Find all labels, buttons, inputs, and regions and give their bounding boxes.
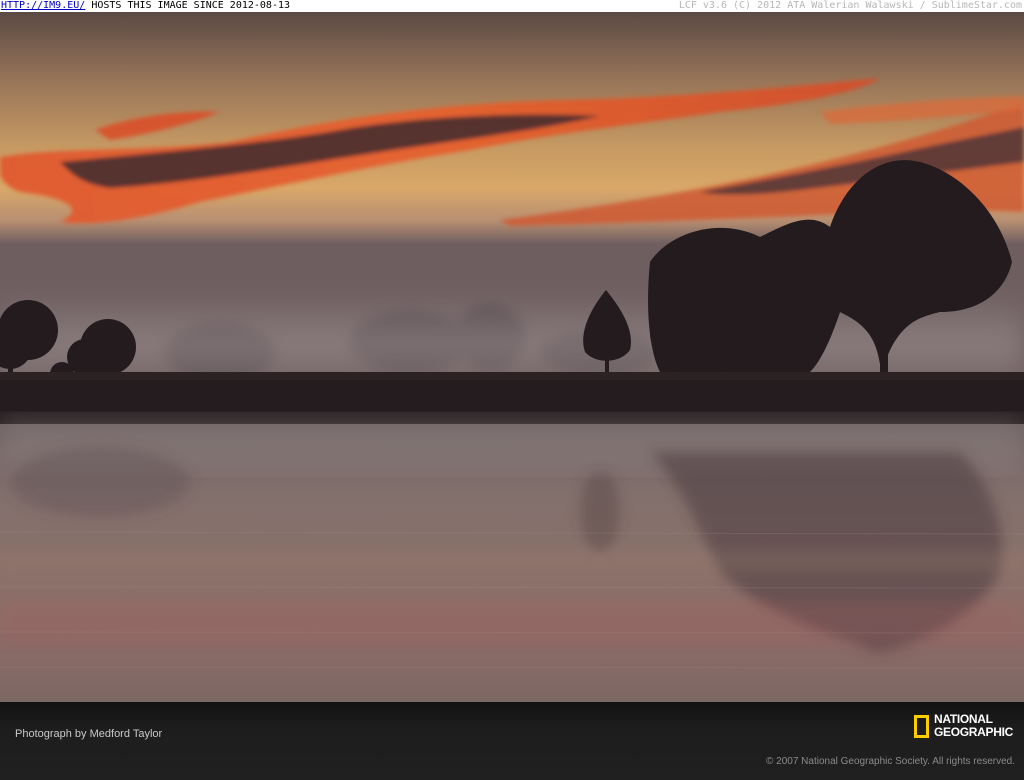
logo-wordmark: NATIONAL GEOGRAPHIC: [934, 713, 1013, 739]
host-since-text: HOSTS THIS IMAGE SINCE 2012-08-13: [91, 0, 291, 11]
photo-credit: Photograph by Medford Taylor: [15, 728, 163, 740]
sunset-lake-photo: [0, 12, 1024, 702]
photo-footer: Photograph by Medford Taylor NATIONAL GE…: [0, 702, 1024, 780]
host-banner-left: HTTP://IM9.EU/ HOSTS THIS IMAGE SINCE 20…: [1, 0, 290, 12]
copyright-notice: © 2007 National Geographic Society. All …: [766, 756, 1015, 767]
yellow-rectangle-icon: [913, 714, 929, 738]
national-geographic-logo: NATIONAL GEOGRAPHIC: [913, 712, 1013, 740]
logo-line-geographic: GEOGRAPHIC: [933, 725, 1013, 739]
page: HTTP://IM9.EU/ HOSTS THIS IMAGE SINCE 20…: [0, 0, 1024, 780]
host-credits: LCF v3.6 (C) 2012 ATA Walerian Walawski …: [678, 0, 1022, 11]
host-banner: HTTP://IM9.EU/ HOSTS THIS IMAGE SINCE 20…: [0, 0, 1024, 12]
host-link[interactable]: HTTP://IM9.EU/: [1, 0, 85, 11]
